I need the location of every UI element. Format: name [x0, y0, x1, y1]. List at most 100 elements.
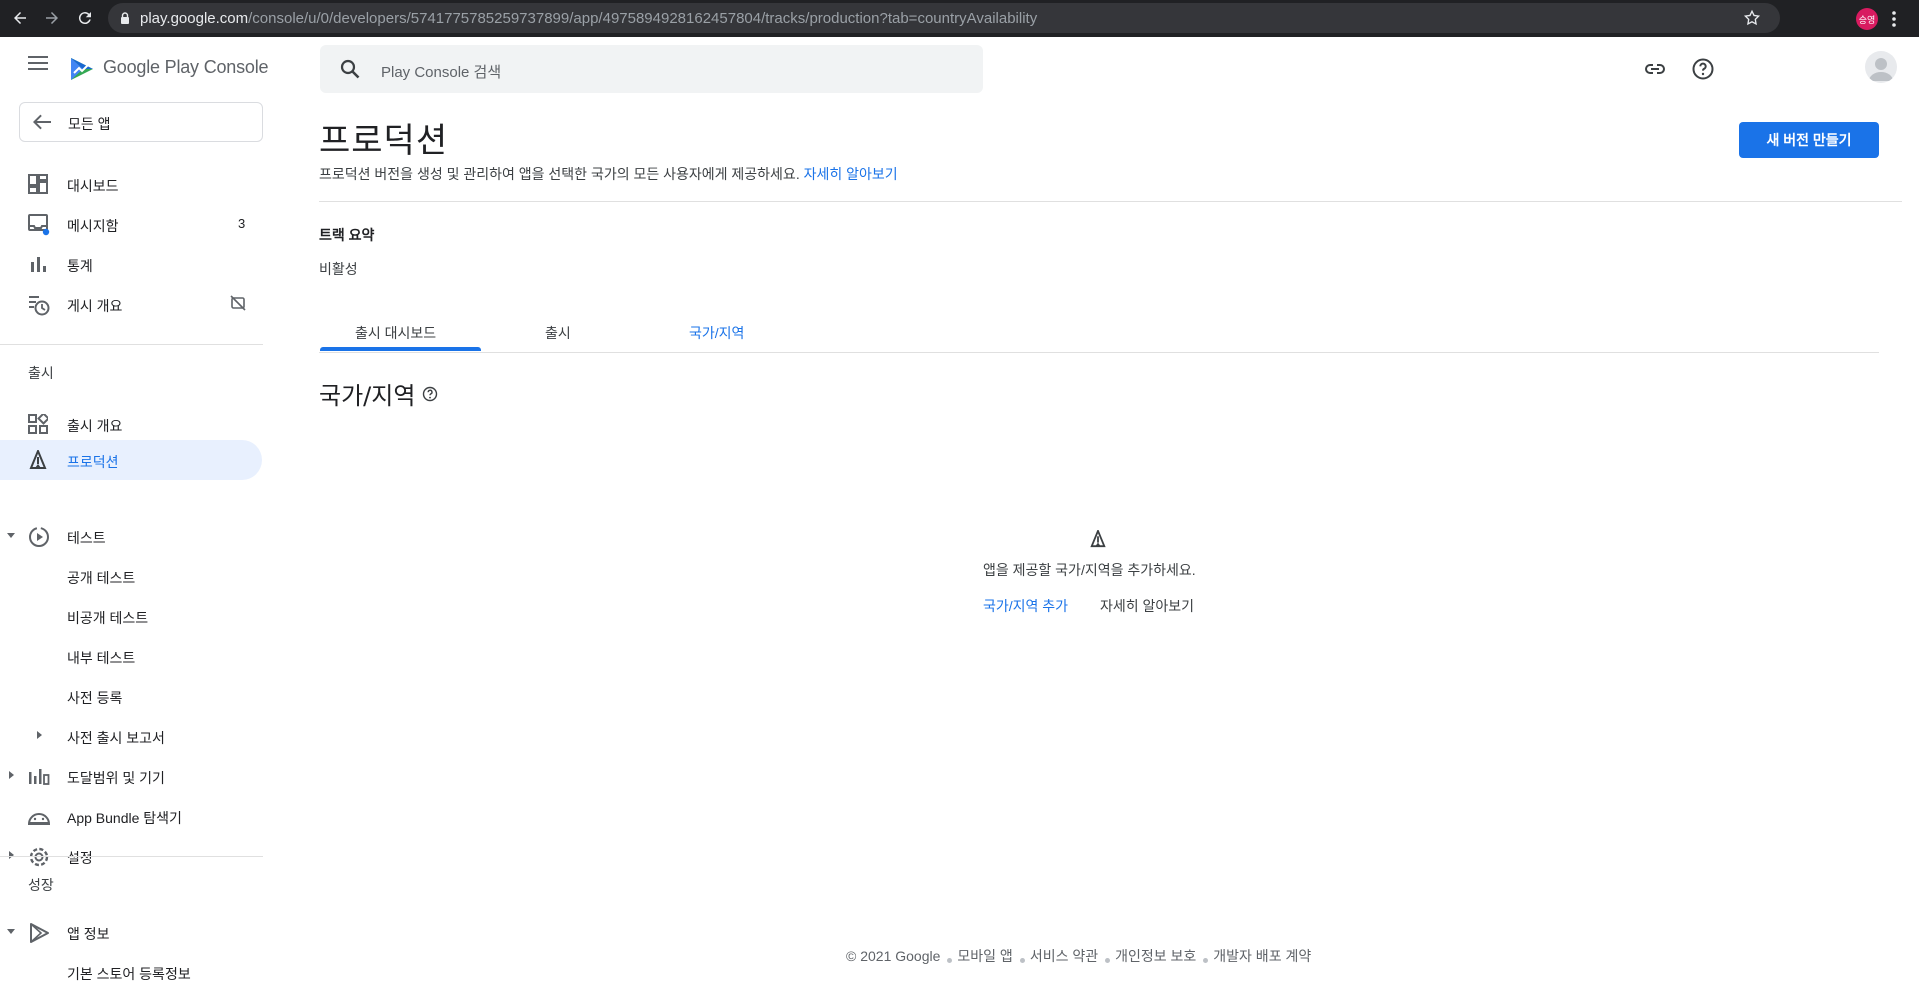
footer-separator: [1019, 957, 1025, 963]
track-summary-status: 비활성: [319, 261, 358, 277]
sidebar-item-inbox[interactable]: 메시지함 3: [0, 205, 262, 243]
description-text: 프로덕션 버전을 생성 및 관리하여 앱을 선택한 국가의 모든 사용자에게 제…: [319, 166, 800, 182]
sidebar-divider: [0, 856, 263, 857]
browser-menu-icon[interactable]: [1891, 10, 1897, 28]
browser-profile-avatar[interactable]: 승영: [1856, 8, 1878, 30]
browser-toolbar: play.google.com/console/u/0/developers/5…: [0, 0, 1919, 37]
url-text: play.google.com/console/u/0/developers/5…: [140, 10, 1038, 27]
sidebar-item-reach-devices[interactable]: 도달범위 및 기기: [0, 757, 262, 795]
sidebar-item-pre-registration[interactable]: 사전 등록: [0, 677, 262, 715]
section-title-release: 출시: [28, 365, 54, 381]
tab-release-dashboard[interactable]: 출시 대시보드: [355, 323, 436, 343]
footer-link-terms[interactable]: 서비스 약관: [1030, 946, 1098, 966]
chevron-down-icon[interactable]: [6, 926, 16, 936]
chevron-right-icon[interactable]: [35, 730, 43, 740]
production-icon: [1089, 530, 1107, 548]
section-title-growth: 성장: [28, 877, 54, 893]
reach-devices-icon: [28, 766, 50, 786]
sidebar-item-label: 비공개 테스트: [67, 610, 149, 626]
header-divider: [319, 201, 1902, 202]
tab-releases[interactable]: 출시: [545, 323, 571, 343]
chevron-down-icon[interactable]: [6, 530, 16, 540]
sidebar-item-app-bundle-explorer[interactable]: App Bundle 탐색기: [0, 797, 262, 835]
settings-gear-icon: [28, 846, 50, 868]
sidebar-item-label: App Bundle 탐색기: [67, 810, 182, 826]
hamburger-menu-icon[interactable]: [28, 55, 48, 71]
empty-state-message: 앱을 제공할 국가/지역을 추가하세요.: [983, 562, 1196, 578]
sidebar-item-label: 공개 테스트: [67, 570, 136, 586]
help-icon[interactable]: [1691, 57, 1715, 81]
tab-bar: 출시 대시보드 출시 국가/지역: [319, 312, 1879, 353]
tab-countries-regions[interactable]: 국가/지역: [689, 323, 744, 343]
bar-chart-icon: [28, 254, 48, 274]
sidebar-item-label: 사전 출시 보고서: [67, 730, 165, 746]
sidebar-item-label: 통계: [67, 258, 93, 274]
footer-link-privacy[interactable]: 개인정보 보호: [1115, 946, 1196, 966]
page-description: 프로덕션 버전을 생성 및 관리하여 앱을 선택한 국가의 모든 사용자에게 제…: [319, 164, 898, 184]
release-overview-icon: [28, 414, 48, 434]
forward-arrow-icon[interactable]: [40, 6, 64, 30]
search-input[interactable]: Play Console 검색: [320, 45, 983, 93]
reload-icon[interactable]: [73, 6, 97, 30]
search-icon: [339, 58, 361, 80]
sidebar: Google Play Console 모든 앱 대시보드 메시지함 3 통계 …: [0, 37, 269, 1005]
sidebar-item-pre-launch-report[interactable]: 사전 출시 보고서: [0, 717, 262, 755]
footer-link-mobile-app[interactable]: 모바일 앱: [957, 946, 1012, 966]
chevron-right-icon[interactable]: [6, 770, 16, 780]
create-new-release-button[interactable]: 새 버전 만들기: [1739, 122, 1879, 158]
footer: © 2021 Google 모바일 앱 서비스 약관 개인정보 보호 개발자 배…: [846, 946, 1311, 966]
page-title: 프로덕션: [319, 121, 449, 161]
google-play-logo-icon: [67, 54, 97, 84]
country-section-heading: 국가/지역: [319, 376, 438, 411]
link-icon[interactable]: [1643, 57, 1667, 81]
sidebar-item-label: 메시지함: [67, 218, 119, 234]
sidebar-item-dashboard[interactable]: 대시보드: [0, 165, 262, 203]
sidebar-item-label: 앱 정보: [67, 926, 110, 942]
testing-icon: [28, 526, 50, 548]
sidebar-item-production[interactable]: 프로덕션: [0, 440, 262, 480]
chevron-right-icon[interactable]: [6, 850, 16, 860]
sidebar-item-publishing-overview[interactable]: 게시 개요: [0, 285, 262, 323]
inbox-icon: [28, 214, 50, 236]
account-avatar[interactable]: [1865, 51, 1897, 83]
sidebar-divider: [0, 344, 263, 345]
lock-icon: [120, 12, 130, 24]
help-circle-icon[interactable]: [422, 386, 438, 402]
section-heading-text: 국가/지역: [319, 382, 416, 410]
sidebar-item-internal-testing[interactable]: 내부 테스트: [0, 637, 262, 675]
app-bundle-icon: [28, 806, 50, 826]
sidebar-item-closed-testing[interactable]: 비공개 테스트: [0, 597, 262, 635]
track-summary-title: 트랙 요약: [319, 227, 375, 243]
learn-more-link[interactable]: 자세히 알아보기: [1100, 596, 1194, 616]
footer-separator: [1203, 957, 1209, 963]
footer-separator: [1105, 957, 1111, 963]
bookmark-star-icon[interactable]: [1743, 9, 1761, 27]
sidebar-item-label: 게시 개요: [67, 298, 123, 314]
add-countries-link[interactable]: 국가/지역 추가: [983, 596, 1068, 616]
learn-more-link[interactable]: 자세히 알아보기: [804, 166, 898, 182]
sidebar-item-release-overview[interactable]: 출시 개요: [0, 405, 262, 443]
production-icon: [28, 450, 48, 470]
sidebar-item-label: 출시 개요: [67, 418, 123, 434]
search-placeholder: Play Console 검색: [381, 64, 502, 81]
sidebar-item-label: 내부 테스트: [67, 650, 136, 666]
copyright-text: © 2021 Google: [846, 948, 941, 964]
sidebar-item-open-testing[interactable]: 공개 테스트: [0, 557, 262, 595]
all-apps-button[interactable]: 모든 앱: [19, 102, 263, 142]
sidebar-item-statistics[interactable]: 통계: [0, 245, 262, 283]
sidebar-item-label: 기본 스토어 등록정보: [67, 966, 191, 982]
active-tab-indicator: [320, 347, 481, 351]
dashboard-icon: [28, 174, 48, 194]
sidebar-item-app-info[interactable]: 앱 정보: [0, 913, 262, 951]
unread-count: 3: [238, 216, 246, 231]
all-apps-label: 모든 앱: [68, 116, 111, 132]
footer-link-developer-agreement[interactable]: 개발자 배포 계약: [1213, 946, 1311, 966]
sidebar-item-label: 도달범위 및 기기: [67, 770, 165, 786]
footer-separator: [947, 957, 953, 963]
address-bar[interactable]: play.google.com/console/u/0/developers/5…: [108, 3, 1780, 33]
sidebar-item-testing[interactable]: 테스트: [0, 517, 262, 555]
sidebar-item-main-store-listing[interactable]: 기본 스토어 등록정보: [0, 953, 262, 991]
sidebar-item-label: 사전 등록: [67, 690, 123, 706]
back-arrow-icon[interactable]: [8, 6, 32, 30]
sidebar-item-label: 테스트: [67, 530, 106, 546]
